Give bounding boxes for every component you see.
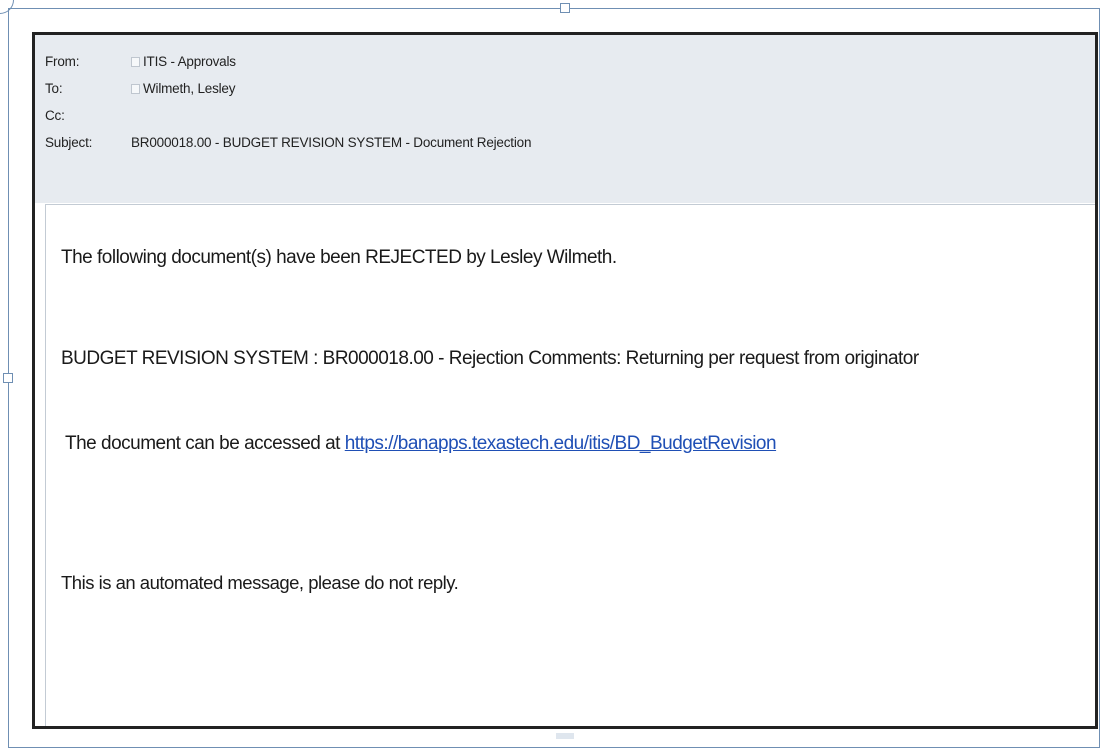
- to-name[interactable]: Wilmeth, Lesley: [143, 81, 235, 96]
- automated-message-note: This is an automated message, please do …: [61, 572, 459, 593]
- resize-handle-bottom[interactable]: [556, 733, 574, 739]
- access-text: The document can be accessed at: [65, 433, 345, 454]
- presence-icon: [131, 83, 140, 94]
- subject-row: Subject: BR000018.00 - BUDGET REVISION S…: [35, 129, 1095, 156]
- access-line: The document can be accessed at https://…: [65, 433, 777, 455]
- resize-handle-left[interactable]: [3, 373, 13, 383]
- to-value[interactable]: Wilmeth, Lesley: [131, 81, 235, 96]
- to-row: To: Wilmeth, Lesley: [35, 75, 1095, 102]
- from-label: From:: [45, 54, 80, 69]
- from-name[interactable]: ITIS - Approvals: [143, 54, 236, 69]
- email-header: From: ITIS - Approvals To: Wilmeth, Lesl…: [35, 35, 1095, 203]
- email-body: The following document(s) have been REJE…: [45, 204, 1095, 726]
- cc-label: Cc:: [45, 108, 65, 123]
- from-value[interactable]: ITIS - Approvals: [131, 54, 236, 69]
- to-label: To:: [45, 81, 63, 96]
- subject-value: BR000018.00 - BUDGET REVISION SYSTEM - D…: [131, 135, 532, 150]
- document-link[interactable]: https://banapps.texastech.edu/itis/BD_Bu…: [345, 433, 777, 454]
- cc-row: Cc:: [35, 102, 1095, 129]
- subject-label: Subject:: [45, 135, 93, 150]
- from-row: From: ITIS - Approvals: [35, 48, 1095, 75]
- rejection-comments: BUDGET REVISION SYSTEM : BR000018.00 - R…: [61, 348, 919, 369]
- rejection-notice: The following document(s) have been REJE…: [61, 247, 617, 268]
- resize-handle-top[interactable]: [560, 3, 570, 13]
- email-message: From: ITIS - Approvals To: Wilmeth, Lesl…: [32, 32, 1098, 729]
- presence-icon: [131, 56, 140, 67]
